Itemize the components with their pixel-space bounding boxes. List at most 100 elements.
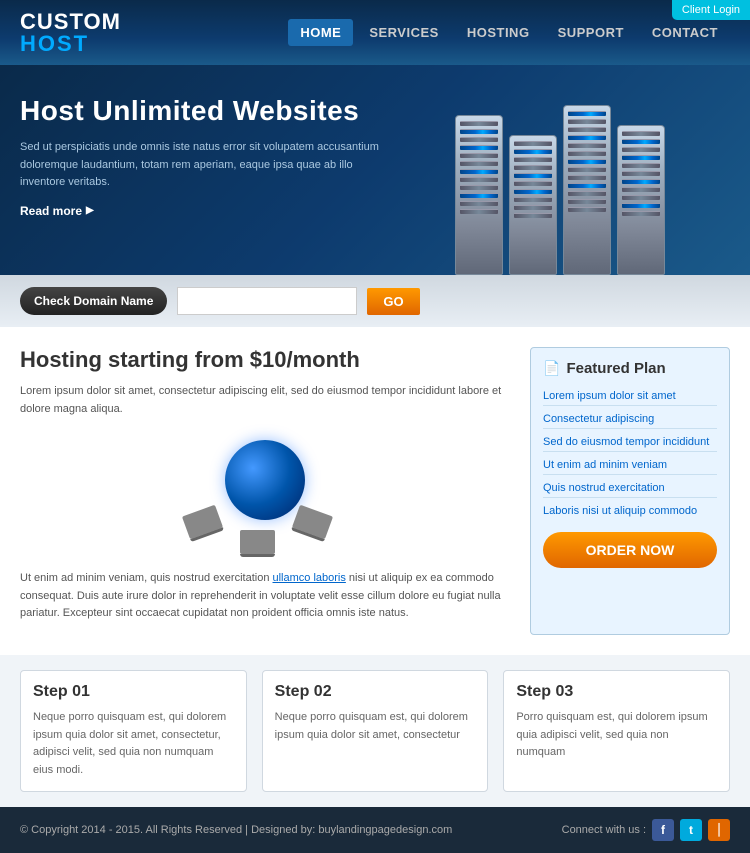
featured-item-1[interactable]: Lorem ipsum dolor sit amet bbox=[543, 387, 717, 406]
rack-lit bbox=[460, 129, 498, 134]
twitter-icon[interactable]: t bbox=[680, 819, 702, 841]
rack bbox=[622, 195, 660, 200]
client-login-button[interactable]: Client Login bbox=[672, 0, 750, 20]
rack-lit bbox=[568, 159, 606, 164]
rack bbox=[460, 209, 498, 214]
rack bbox=[622, 131, 660, 136]
rack bbox=[514, 141, 552, 146]
step-2-desc: Neque porro quisquam est, qui dolorem ip… bbox=[275, 709, 476, 744]
main-left: Hosting starting from $10/month Lorem ip… bbox=[20, 347, 510, 635]
rack bbox=[568, 151, 606, 156]
server-tower-3 bbox=[563, 105, 611, 275]
nav-home[interactable]: HOME bbox=[288, 19, 353, 46]
go-button[interactable]: GO bbox=[367, 288, 419, 315]
main-desc-2: Ut enim ad minim veniam, quis nostrud ex… bbox=[20, 570, 510, 623]
nav-hosting[interactable]: HOSTING bbox=[455, 19, 542, 46]
globe-illustration bbox=[20, 430, 510, 560]
rack bbox=[568, 143, 606, 148]
featured-item-5[interactable]: Quis nostrud exercitation bbox=[543, 479, 717, 498]
rack-lit bbox=[460, 145, 498, 150]
nav-contact[interactable]: CONTACT bbox=[640, 19, 730, 46]
read-more-link[interactable]: Read more bbox=[20, 204, 400, 218]
rack bbox=[568, 199, 606, 204]
rack bbox=[514, 181, 552, 186]
globe bbox=[225, 440, 305, 520]
rack-lit bbox=[622, 203, 660, 208]
rack bbox=[460, 121, 498, 126]
rack bbox=[568, 191, 606, 196]
rack-lit bbox=[622, 179, 660, 184]
rack-lit bbox=[568, 111, 606, 116]
rack bbox=[460, 185, 498, 190]
laptop-left bbox=[182, 505, 223, 540]
hero-title: Host Unlimited Websites bbox=[20, 95, 400, 127]
order-now-button[interactable]: ORDER NOW bbox=[543, 532, 717, 568]
hosting-title: Hosting starting from $10/month bbox=[20, 347, 510, 373]
main-nav: HOME SERVICES HOSTING SUPPORT CONTACT bbox=[288, 19, 730, 46]
rack-lit bbox=[514, 149, 552, 154]
rack bbox=[568, 119, 606, 124]
rack-lit bbox=[514, 173, 552, 178]
rack bbox=[460, 177, 498, 182]
rack bbox=[622, 211, 660, 216]
server-tower-1 bbox=[455, 115, 503, 275]
rack bbox=[460, 161, 498, 166]
domain-search-input[interactable] bbox=[177, 287, 357, 315]
steps-section: Step 01 Neque porro quisquam est, qui do… bbox=[0, 655, 750, 807]
step-1-desc: Neque porro quisquam est, qui dolorem ip… bbox=[33, 709, 234, 779]
hero-description: Sed ut perspiciatis unde omnis iste natu… bbox=[20, 139, 400, 192]
header: Custom Host Client Login HOME SERVICES H… bbox=[0, 0, 750, 65]
step-1-title: Step 01 bbox=[33, 683, 234, 701]
server-tower-4 bbox=[617, 125, 665, 275]
rack bbox=[460, 137, 498, 142]
connect-label: Connect with us : bbox=[562, 824, 646, 836]
featured-title: 📄 Featured Plan bbox=[543, 360, 717, 377]
nav-support[interactable]: SUPPORT bbox=[546, 19, 636, 46]
domain-search-section: Check Domain Name GO bbox=[0, 275, 750, 327]
logo: Custom Host bbox=[20, 11, 121, 55]
rack bbox=[460, 201, 498, 206]
laptop-right bbox=[292, 505, 333, 540]
logo-custom: Custom bbox=[20, 11, 121, 33]
rack bbox=[622, 171, 660, 176]
step-card-1: Step 01 Neque porro quisquam est, qui do… bbox=[20, 670, 247, 792]
featured-item-3[interactable]: Sed do eiusmod tempor incididunt bbox=[543, 433, 717, 452]
rack-lit bbox=[568, 183, 606, 188]
rss-icon[interactable]: ⏐ bbox=[708, 819, 730, 841]
hero-text: Host Unlimited Websites Sed ut perspicia… bbox=[20, 95, 400, 218]
facebook-icon[interactable]: f bbox=[652, 819, 674, 841]
step-2-title: Step 02 bbox=[275, 683, 476, 701]
rack bbox=[622, 187, 660, 192]
featured-item-2[interactable]: Consectetur adipiscing bbox=[543, 410, 717, 429]
nav-services[interactable]: SERVICES bbox=[357, 19, 451, 46]
footer: © Copyright 2014 - 2015. All Rights Rese… bbox=[0, 807, 750, 853]
rack-lit bbox=[514, 189, 552, 194]
rack bbox=[622, 163, 660, 168]
featured-plan: 📄 Featured Plan Lorem ipsum dolor sit am… bbox=[530, 347, 730, 635]
globe-container bbox=[185, 430, 345, 560]
step-card-3: Step 03 Porro quisquam est, qui dolorem … bbox=[503, 670, 730, 792]
rack bbox=[514, 157, 552, 162]
step-3-title: Step 03 bbox=[516, 683, 717, 701]
rack bbox=[514, 213, 552, 218]
rack bbox=[514, 165, 552, 170]
ullamco-link[interactable]: ullamco laboris bbox=[273, 572, 346, 584]
footer-social: Connect with us : f t ⏐ bbox=[562, 819, 730, 841]
rack bbox=[568, 207, 606, 212]
step-3-desc: Porro quisquam est, qui dolorem ipsum qu… bbox=[516, 709, 717, 762]
featured-item-4[interactable]: Ut enim ad minim veniam bbox=[543, 456, 717, 475]
rack bbox=[460, 153, 498, 158]
rack-lit bbox=[460, 169, 498, 174]
server-tower-2 bbox=[509, 135, 557, 275]
logo-host: Host bbox=[20, 33, 121, 55]
document-icon: 📄 bbox=[543, 360, 560, 377]
rack-lit bbox=[622, 139, 660, 144]
hero-section: Host Unlimited Websites Sed ut perspicia… bbox=[0, 65, 750, 275]
server-illustration bbox=[390, 75, 730, 275]
rack bbox=[514, 205, 552, 210]
rack bbox=[568, 175, 606, 180]
laptop-bottom bbox=[240, 530, 275, 554]
rack bbox=[568, 167, 606, 172]
featured-item-6[interactable]: Laboris nisi ut aliquip commodo bbox=[543, 502, 717, 520]
main-desc-1: Lorem ipsum dolor sit amet, consectetur … bbox=[20, 383, 510, 418]
